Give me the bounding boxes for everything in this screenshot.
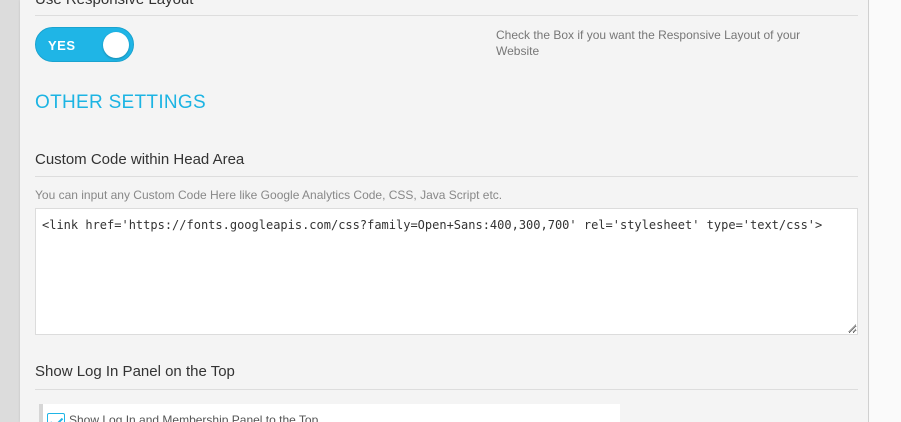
toggle-knob [103,32,129,58]
responsive-help-text: Check the Box if you want the Responsive… [496,28,801,58]
toggle-label: YES [48,38,76,53]
other-settings-heading: OTHER SETTINGS [35,92,206,113]
custom-code-textarea[interactable] [35,208,858,335]
login-panel-option: Show Log In and Membership Panel to the … [39,404,620,422]
login-panel-checkbox[interactable] [47,413,65,422]
responsive-toggle[interactable]: YES [35,27,134,62]
resize-grip-icon[interactable] [847,323,856,332]
divider [35,389,858,390]
divider [35,176,858,177]
custom-code-title: Custom Code within Head Area [35,151,245,168]
login-panel-title: Show Log In Panel on the Top [35,363,235,380]
left-background [0,0,20,422]
right-background [868,0,901,422]
responsive-layout-title: Use Responsive Layout [35,0,193,8]
settings-panel: Use Responsive Layout YES Check the Box … [20,0,868,422]
login-panel-checkbox-label[interactable]: Show Log In and Membership Panel to the … [69,413,318,422]
custom-code-description: You can input any Custom Code Here like … [35,188,503,202]
divider [35,15,858,16]
